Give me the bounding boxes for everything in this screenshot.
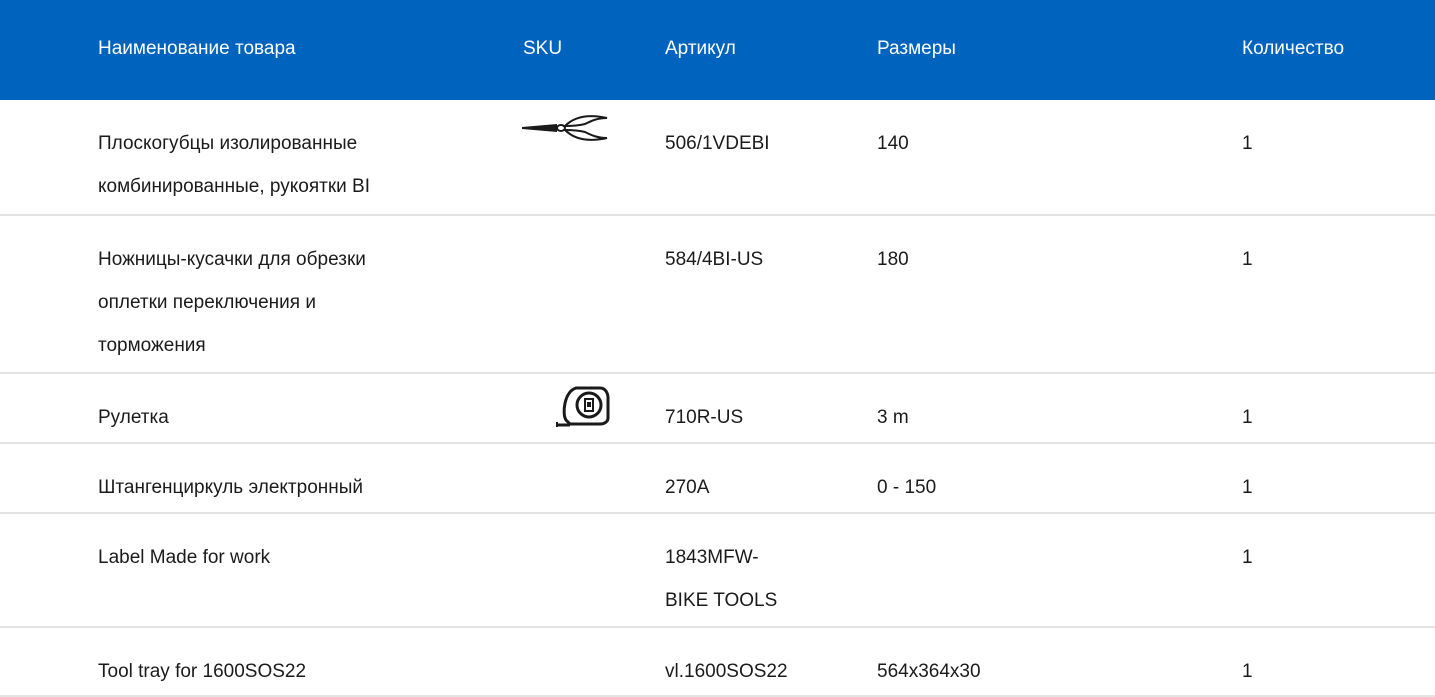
product-table: Наименование товара SKU Артикул Размеры … — [0, 0, 1435, 697]
quantity-cell: 1 — [1242, 133, 1253, 154]
header-article: Артикул — [665, 38, 736, 59]
tape-measure-icon — [556, 384, 610, 434]
product-name-line: Штангенциркуль электронный — [98, 477, 364, 498]
size-cell: 0 - 150 — [877, 477, 937, 498]
article-cell: 1843MFW- BIKE TOOLS — [665, 536, 855, 622]
quantity-cell: 1 — [1242, 407, 1253, 428]
table-row: Штангенциркуль электронный 270A 0 - 150 … — [0, 444, 1435, 514]
table-row: Label Made for work 1843MFW- BIKE TOOLS … — [0, 514, 1435, 628]
product-name-line: Плоскогубцы изолированные — [98, 133, 358, 154]
table-row: Ножницы-кусачки для обрезки оплетки пере… — [0, 216, 1435, 374]
table-header: Наименование товара SKU Артикул Размеры … — [0, 0, 1435, 100]
article-line: vl.1600SOS22 — [665, 661, 788, 682]
size-cell: 140 — [877, 133, 909, 154]
table-row: Рулетка 710R-US 3 m 1 — [0, 374, 1435, 444]
article-line: 1843MFW- — [665, 547, 759, 568]
article-line: 270A — [665, 477, 710, 498]
product-name: Штангенциркуль электронный — [98, 466, 498, 509]
product-name-line: торможения — [98, 335, 206, 356]
product-name: Рулетка — [98, 396, 498, 439]
article-line: BIKE TOOLS — [665, 590, 778, 611]
size-cell: 3 m — [877, 407, 909, 428]
article-cell: 584/4BI-US — [665, 238, 855, 281]
product-name: Ножницы-кусачки для обрезки оплетки пере… — [98, 238, 498, 367]
article-cell: vl.1600SOS22 — [665, 650, 855, 693]
product-name-line: Label Made for work — [98, 547, 271, 568]
quantity-cell: 1 — [1242, 249, 1253, 270]
table-row: Плоскогубцы изолированные комбинированны… — [0, 100, 1435, 216]
article-line: 584/4BI-US — [665, 249, 764, 270]
product-name: Tool tray for 1600SOS22 — [98, 650, 498, 693]
article-cell: 710R-US — [665, 396, 855, 439]
article-line: 506/1VDEBI — [665, 133, 770, 154]
size-cell: 180 — [877, 249, 909, 270]
product-name-line: Рулетка — [98, 407, 169, 428]
table-row: Tool tray for 1600SOS22 vl.1600SOS22 564… — [0, 628, 1435, 697]
size-cell: 564x364x30 — [877, 661, 981, 682]
quantity-cell: 1 — [1242, 661, 1253, 682]
quantity-cell: 1 — [1242, 547, 1253, 568]
product-name: Label Made for work — [98, 536, 498, 579]
article-cell: 270A — [665, 466, 855, 509]
header-size: Размеры — [877, 38, 956, 59]
product-name-line: оплетки переключения и — [98, 292, 316, 313]
article-cell: 506/1VDEBI — [665, 122, 855, 165]
header-name: Наименование товара — [98, 38, 296, 59]
product-name-line: Ножницы-кусачки для обрезки — [98, 249, 366, 270]
product-name-line: Tool tray for 1600SOS22 — [98, 661, 307, 682]
product-name-line: комбинированные, рукоятки BI — [98, 176, 370, 197]
product-name: Плоскогубцы изолированные комбинированны… — [98, 122, 498, 208]
header-sku: SKU — [523, 38, 563, 59]
header-quantity: Количество — [1242, 38, 1345, 59]
article-line: 710R-US — [665, 407, 744, 428]
pliers-icon — [521, 114, 609, 150]
quantity-cell: 1 — [1242, 477, 1253, 498]
